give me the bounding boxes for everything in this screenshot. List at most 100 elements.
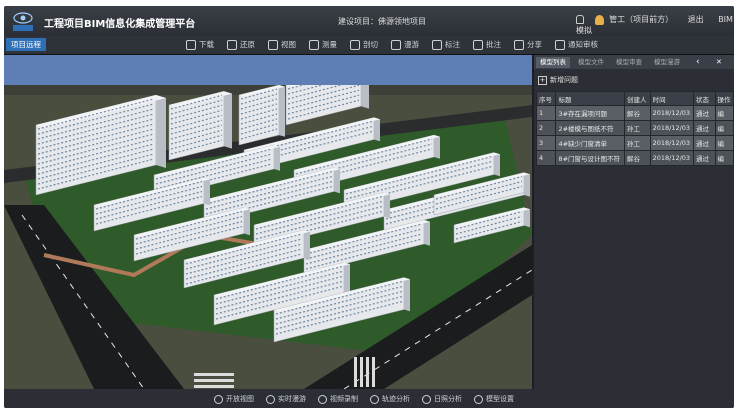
- btool-label: 开放视图: [226, 395, 254, 403]
- cell-status: 通过: [693, 105, 716, 121]
- location-icon: [391, 39, 401, 50]
- table-row[interactable]: 1 3#存在漏项问题 解谷 2018/12/03 通过 编: [535, 105, 734, 121]
- tool-download[interactable]: 下载: [186, 39, 214, 50]
- tool-annotate[interactable]: 标注: [432, 39, 460, 50]
- col-time: 时间: [649, 91, 695, 106]
- cell-creator: 解谷: [624, 150, 651, 166]
- panel-tab-model-list[interactable]: 模型列表: [536, 57, 570, 68]
- cell-status: 通过: [693, 135, 716, 151]
- btool-track-analysis[interactable]: 轨迹分析: [370, 394, 410, 404]
- tool-roam[interactable]: 漫游: [391, 39, 419, 50]
- bottom-toolbar: 开放视图 实时漫游 视频录制 轨迹分析 日照分析 模型设置: [4, 389, 734, 408]
- exit-link[interactable]: 退出: [688, 15, 704, 24]
- user-name[interactable]: 管工（项目前方）: [609, 15, 673, 24]
- tool-label: 剖切: [363, 40, 378, 49]
- main-toolbar: 项目远程 下载 还原 视图 测量 剖切 漫游 标注 批注 分享 通知审核: [4, 36, 734, 55]
- cell-op[interactable]: 编: [714, 150, 734, 166]
- issue-table: 序号 标题 创建人 时间 状态 操作 1 3#存在漏项问题 解谷 2018/12…: [535, 91, 734, 166]
- download-icon: [186, 39, 196, 50]
- tool-restore[interactable]: 还原: [227, 39, 255, 50]
- col-no: 序号: [535, 91, 557, 106]
- add-issue-label: 新增问题: [550, 76, 578, 84]
- app-logo-icon: [13, 12, 33, 31]
- tool-view[interactable]: 视图: [268, 39, 296, 50]
- tool-section[interactable]: 剖切: [350, 39, 378, 50]
- col-title: 标题: [555, 91, 625, 106]
- panel-tabs: 模型列表 模型文件 模型审查 模型漫游 ‹ ✕: [534, 55, 734, 69]
- cell-op[interactable]: 编: [714, 105, 734, 121]
- cell-title[interactable]: 3#存在漏项问题: [555, 105, 625, 121]
- col-creator: 创建人: [624, 91, 651, 106]
- project-label[interactable]: 建设项目：佛源领地项目: [338, 16, 426, 27]
- cell-time: 2018/12/03: [649, 105, 695, 121]
- panel-close-button[interactable]: ✕: [716, 57, 722, 67]
- cell-op[interactable]: 编: [714, 120, 734, 136]
- btool-label: 轨迹分析: [382, 395, 410, 403]
- bim-3d-viewport[interactable]: [4, 55, 532, 389]
- cell-title[interactable]: 2#楼模与图纸不符: [555, 120, 625, 136]
- cell-title[interactable]: 4#缺少门窗清单: [555, 135, 625, 151]
- cell-creator: 解谷: [624, 105, 651, 121]
- section-icon: [350, 39, 360, 50]
- view-icon: [268, 39, 278, 50]
- sun-icon: [422, 394, 431, 404]
- cell-op[interactable]: 编: [714, 135, 734, 151]
- cell-no: 1: [535, 105, 557, 121]
- scene-render: [4, 55, 532, 389]
- tool-label: 还原: [240, 40, 255, 49]
- comment-icon: [473, 39, 483, 50]
- tool-label: 漫游: [404, 40, 419, 49]
- user-avatar-icon[interactable]: [594, 14, 604, 25]
- cell-no: 3: [535, 135, 557, 151]
- tool-measure[interactable]: 测量: [309, 39, 337, 50]
- restore-icon: [227, 39, 237, 50]
- table-row[interactable]: 4 8#门窗与设计图不符 解谷 2018/12/03 通过 编: [535, 150, 734, 166]
- plus-icon: +: [538, 76, 547, 85]
- table-row[interactable]: 3 4#缺少门窗清单 孙工 2018/12/03 通过 编: [535, 135, 734, 151]
- track-icon: [370, 394, 379, 404]
- btool-label: 视频录制: [330, 395, 358, 403]
- table-row[interactable]: 2 2#楼模与图纸不符 孙工 2018/12/03 通过 编: [535, 120, 734, 136]
- share-icon: [514, 39, 524, 50]
- tool-label: 批注: [486, 40, 501, 49]
- cell-title[interactable]: 8#门窗与设计图不符: [555, 150, 625, 166]
- btool-video-record[interactable]: 视频录制: [318, 394, 358, 404]
- tool-label: 下载: [199, 40, 214, 49]
- cell-time: 2018/12/03: [649, 135, 695, 151]
- tool-share[interactable]: 分享: [514, 39, 542, 50]
- tool-label: 标注: [445, 40, 460, 49]
- issue-panel: 模型列表 模型文件 模型审查 模型漫游 ‹ ✕ + 新增问题 序号 标题 创建人 …: [534, 55, 734, 389]
- tool-label: 通知审核: [568, 40, 598, 49]
- gear-icon: [474, 394, 483, 404]
- annotate-icon: [432, 39, 442, 50]
- cell-time: 2018/12/03: [649, 120, 695, 136]
- home-icon: [214, 394, 223, 404]
- cell-status: 通过: [693, 120, 716, 136]
- panel-tab-model-roam[interactable]: 模型漫游: [650, 57, 684, 68]
- add-issue-button[interactable]: + 新增问题: [538, 75, 578, 85]
- panel-tab-model-review[interactable]: 模型审查: [612, 57, 646, 68]
- btool-realtime-roam[interactable]: 实时漫游: [266, 394, 306, 404]
- user-area: 管工（项目前方） 退出 BIM模拟: [576, 14, 734, 36]
- btool-label: 模型设置: [486, 395, 514, 403]
- tool-notify-review[interactable]: 通知审核: [555, 39, 598, 50]
- eye-icon: [266, 394, 275, 404]
- tool-list: 下载 还原 视图 测量 剖切 漫游 标注 批注 分享 通知审核: [186, 39, 611, 50]
- btool-label: 实时漫游: [278, 395, 306, 403]
- btool-sun-analysis[interactable]: 日照分析: [422, 394, 462, 404]
- tool-label: 测量: [322, 40, 337, 49]
- cell-time: 2018/12/03: [649, 150, 695, 166]
- btool-open-view[interactable]: 开放视图: [214, 394, 254, 404]
- panel-tab-model-file[interactable]: 模型文件: [574, 57, 608, 68]
- notification-icon[interactable]: [576, 15, 584, 24]
- scene-tab[interactable]: 项目远程: [6, 38, 46, 51]
- btool-model-settings[interactable]: 模型设置: [474, 394, 514, 404]
- tool-label: 视图: [281, 40, 296, 49]
- cell-creator: 孙工: [624, 120, 651, 136]
- cell-status: 通过: [693, 150, 716, 166]
- cell-no: 2: [535, 120, 557, 136]
- tool-comment[interactable]: 批注: [473, 39, 501, 50]
- panel-prev-button[interactable]: ‹: [696, 57, 700, 67]
- table-header: 序号 标题 创建人 时间 状态 操作: [535, 91, 734, 106]
- bottom-tool-list: 开放视图 实时漫游 视频录制 轨迹分析 日照分析 模型设置: [214, 394, 526, 404]
